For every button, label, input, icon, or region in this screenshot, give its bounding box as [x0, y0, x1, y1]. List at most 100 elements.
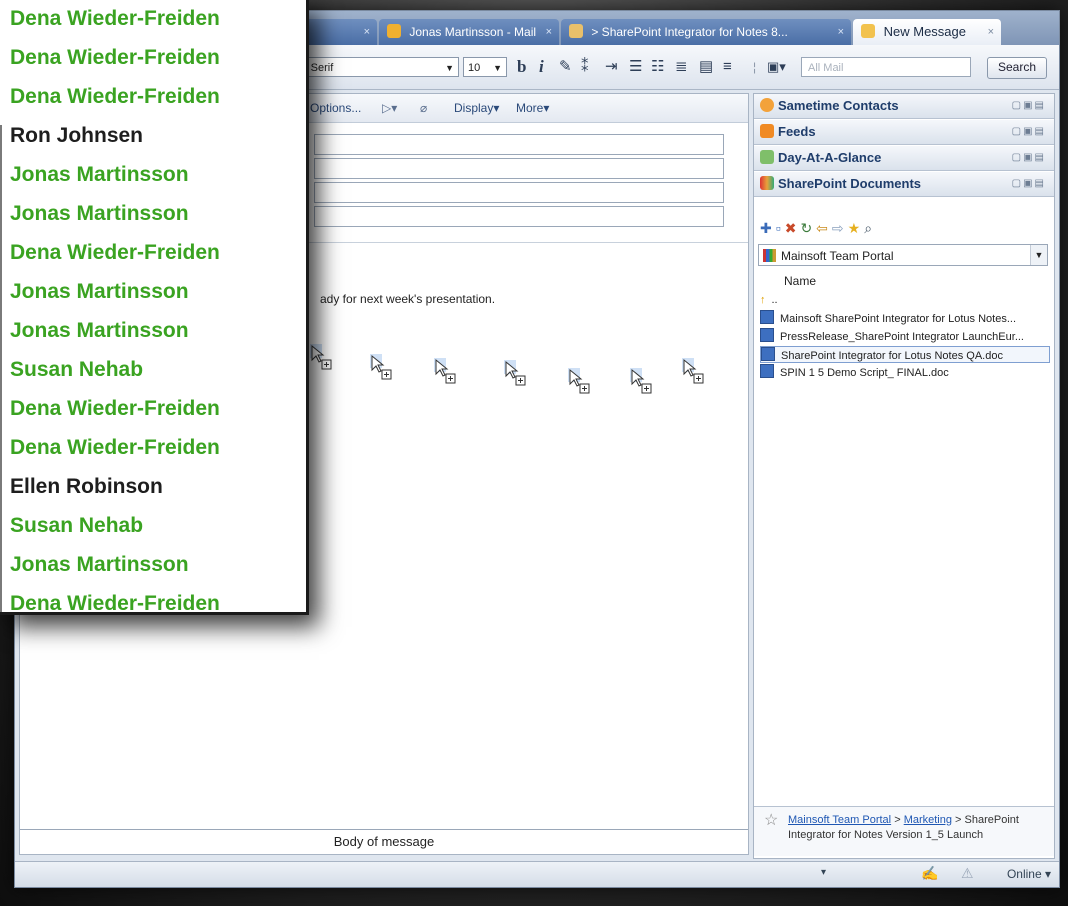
numbered-list-icon[interactable]: ☷ [651, 57, 664, 77]
breadcrumb-link-portal[interactable]: Mainsoft Team Portal [788, 814, 891, 826]
forward-icon[interactable]: ⇨ [832, 220, 848, 236]
mail-icon [387, 24, 401, 38]
flag-icon[interactable]: ▷▾ [382, 94, 397, 122]
list-item-name[interactable]: Susan Nehab [10, 351, 143, 389]
tab-sharepoint[interactable]: > SharePoint Integrator for Notes 8... × [561, 19, 851, 45]
word-doc-icon [760, 364, 774, 378]
document-row[interactable]: PressRelease_SharePoint Integrator Launc… [760, 328, 1050, 345]
panel-controls-icon[interactable]: ▢▣▤ [1012, 172, 1046, 196]
online-status-label: Online [1006, 867, 1042, 881]
favorite-star-icon[interactable]: ☆ [764, 813, 778, 829]
document-row-selected[interactable]: SharePoint Integrator for Lotus Notes QA… [760, 346, 1050, 363]
list-item-name[interactable]: Ron Johnsen [10, 117, 143, 155]
display-menu[interactable]: Display▾ [454, 94, 499, 122]
text-color-icon[interactable]: ⁑ [581, 57, 589, 77]
list-item-name[interactable]: Dena Wieder-Freiden [10, 78, 220, 116]
list-item-name[interactable]: Dena Wieder-Freiden [10, 429, 220, 467]
options-button[interactable]: Options... [310, 94, 361, 122]
panel-controls-icon[interactable]: ▢▣▤ [1012, 120, 1046, 144]
more-menu[interactable]: More▾ [516, 94, 549, 122]
sametime-contacts-header[interactable]: Sametime Contacts ▢▣▤ [754, 94, 1054, 119]
breadcrumb-link-marketing[interactable]: Marketing [904, 814, 952, 826]
list-item-name[interactable]: Jonas Martinsson [10, 273, 189, 311]
back-icon[interactable]: ⇦ [816, 220, 832, 236]
overlay-divider [0, 125, 2, 612]
subject-field[interactable] [314, 206, 724, 227]
list-item-name[interactable]: Dena Wieder-Freiden [10, 0, 220, 38]
chevron-down-icon: ▼ [445, 63, 454, 73]
close-icon[interactable]: × [838, 19, 844, 45]
favorites-star-icon[interactable]: ★ [848, 220, 865, 236]
document-row[interactable]: SPIN 1 5 Demo Script_ FINAL.doc [760, 364, 1050, 381]
status-dropdown-icon[interactable]: ▾ [821, 867, 826, 878]
to-field[interactable] [314, 134, 724, 155]
cc-field[interactable] [314, 158, 724, 179]
list-item-name[interactable]: Jonas Martinsson [10, 156, 189, 194]
calendar-icon [760, 150, 774, 164]
new-doc-icon[interactable]: ✚ [760, 220, 776, 236]
bcc-field[interactable] [314, 182, 724, 203]
list-item-name[interactable]: Jonas Martinsson [10, 312, 189, 350]
word-doc-icon [761, 347, 775, 361]
name-list-overlay: Dena Wieder-Freiden Dena Wieder-Freiden … [0, 0, 309, 615]
search-button[interactable]: Search [987, 57, 1047, 79]
panel-controls-icon[interactable]: ▢▣▤ [1012, 94, 1046, 118]
bold-button[interactable]: b [517, 57, 526, 77]
close-icon[interactable]: × [988, 19, 994, 45]
refresh-icon[interactable]: ↻ [800, 220, 816, 236]
drag-copy-cursor-icon [310, 344, 332, 370]
close-icon[interactable]: × [364, 19, 370, 45]
align-justify-icon[interactable]: ▤ [699, 57, 713, 77]
highlight-icon[interactable]: ✎ [559, 57, 572, 77]
align-center-icon[interactable]: ≣ [675, 57, 688, 77]
sharepoint-icon [569, 24, 583, 38]
list-item-name[interactable]: Dena Wieder-Freiden [10, 390, 220, 428]
day-at-a-glance-header[interactable]: Day-At-A-Glance ▢▣▤ [754, 146, 1054, 171]
new-message-icon [861, 24, 875, 38]
delete-icon[interactable]: ✖ [785, 220, 801, 236]
list-item-name[interactable]: Susan Nehab [10, 507, 143, 545]
tab-new-message[interactable]: New Message × [853, 19, 1001, 45]
list-item-name[interactable]: Ellen Robinson [10, 468, 163, 506]
open-icon[interactable]: ▫ [776, 220, 785, 236]
drag-copy-cursor-icon [434, 358, 456, 384]
close-icon[interactable]: × [546, 19, 552, 45]
list-item-name[interactable]: Dena Wieder-Freiden [10, 585, 220, 612]
list-item-name[interactable]: Jonas Martinsson [10, 195, 189, 233]
drag-copy-cursor-icon [630, 368, 652, 394]
search-icon[interactable]: ⌕ [864, 220, 876, 236]
word-doc-icon [760, 328, 774, 342]
breadcrumb-separator: > [894, 814, 901, 826]
word-doc-icon [760, 310, 774, 324]
panel-controls-icon[interactable]: ▢▣▤ [1012, 146, 1046, 170]
status-bar: ▾ ✍ ⚠ Online ▾ [15, 861, 1059, 887]
sharepoint-documents-header[interactable]: SharePoint Documents ▢▣▤ [754, 172, 1054, 197]
online-status[interactable]: Online ▾ [1007, 867, 1051, 881]
feeds-header[interactable]: Feeds ▢▣▤ [754, 120, 1054, 145]
parent-folder-row[interactable]: ↑.. [760, 292, 1050, 309]
tab-mail[interactable]: Jonas Martinsson - Mail × [379, 19, 559, 45]
sync-icon[interactable]: ✍ [921, 865, 938, 882]
italic-button[interactable]: i [539, 57, 544, 77]
display-label: Display [454, 101, 494, 115]
search-input[interactable]: All Mail [801, 57, 971, 77]
list-item-name[interactable]: Dena Wieder-Freiden [10, 234, 220, 272]
align-right-icon[interactable]: ≡ [723, 57, 732, 77]
size-select[interactable]: 10 ▼ [463, 57, 507, 77]
message-body-text[interactable]: ady for next week's presentation. [320, 292, 495, 306]
separator-icon: ¦ [753, 60, 757, 74]
document-row[interactable]: Mainsoft SharePoint Integrator for Lotus… [760, 310, 1050, 327]
list-item-name[interactable]: Dena Wieder-Freiden [10, 39, 220, 77]
search-scope-icon[interactable]: ▣▾ [767, 57, 786, 77]
indent-icon[interactable]: ⇥ [605, 57, 618, 77]
list-item-name[interactable]: Jonas Martinsson [10, 546, 189, 584]
portal-icon [763, 249, 776, 262]
warning-icon[interactable]: ⚠ [961, 865, 974, 882]
font-select[interactable]: ns Serif ▼ [291, 57, 459, 77]
portal-select-value: Mainsoft Team Portal [781, 249, 894, 263]
name-column-header[interactable]: Name [784, 274, 816, 288]
portal-select[interactable]: Mainsoft Team Portal ▼ [758, 244, 1048, 266]
more-label: More [516, 101, 544, 115]
bullet-list-icon[interactable]: ☰ [629, 57, 642, 77]
attach-icon[interactable]: ⌀ [420, 94, 427, 122]
